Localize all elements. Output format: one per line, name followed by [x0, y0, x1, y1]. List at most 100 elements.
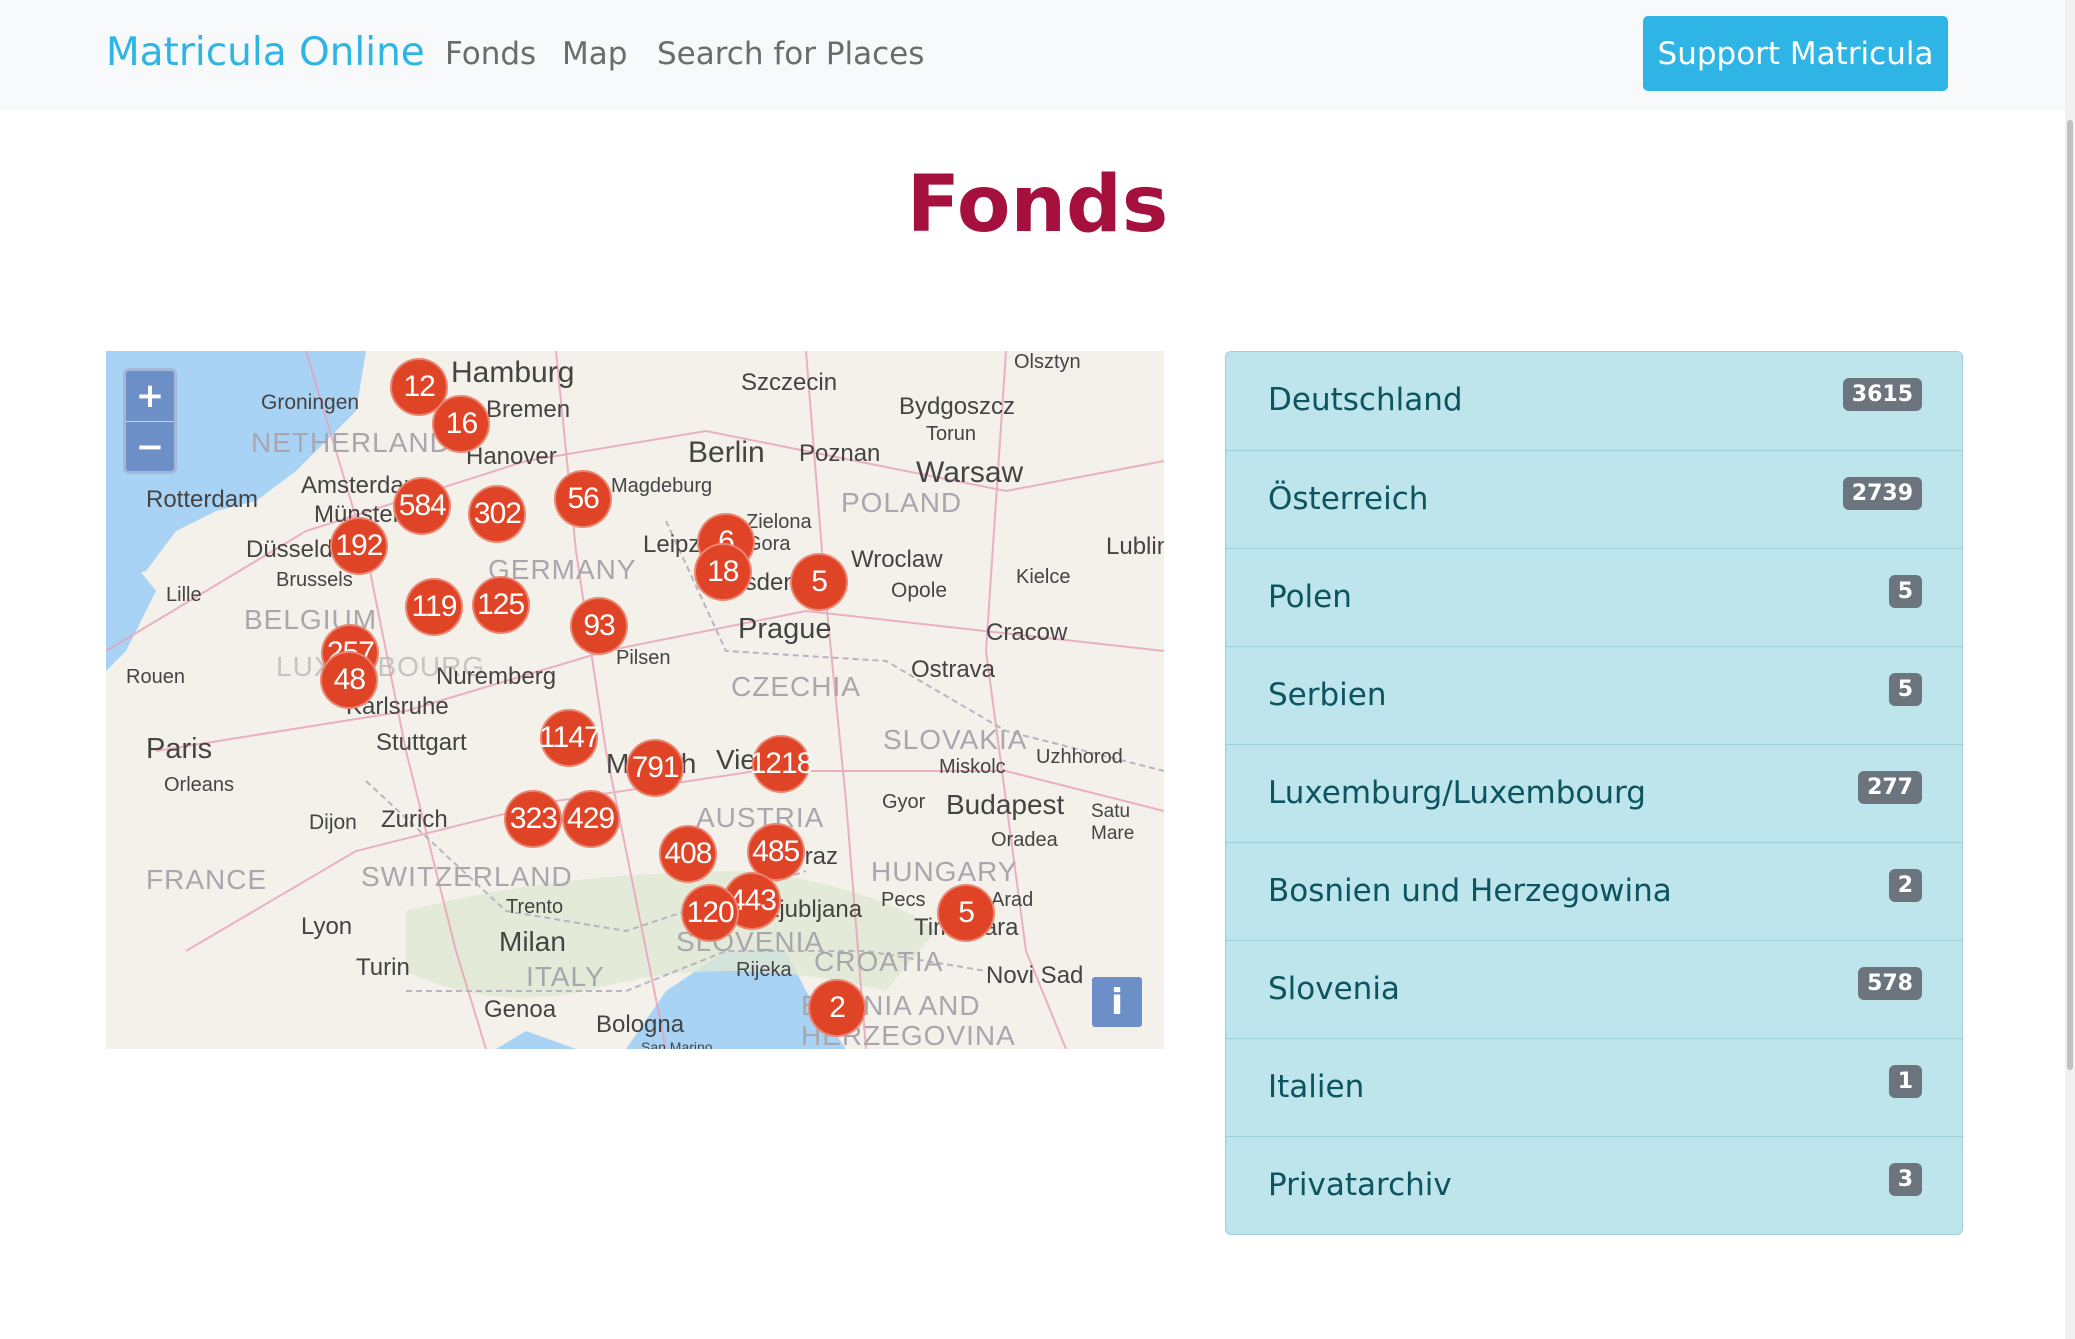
- list-item-label: Bosnien und Herzegowina: [1268, 873, 1672, 909]
- page-scrollbar[interactable]: [2065, 0, 2075, 1339]
- count-badge: 1: [1888, 1065, 1922, 1098]
- list-item[interactable]: Serbien 5: [1226, 646, 1962, 744]
- fonds-map[interactable]: NETHERLANDS GERMANY POLAND BELGIUM LUXEM…: [106, 351, 1164, 1049]
- city-label: Lublin: [1106, 533, 1164, 560]
- list-item[interactable]: Privatarchiv 3: [1226, 1136, 1962, 1234]
- country-label: HUNGARY: [871, 856, 1018, 887]
- city-label: Lille: [166, 584, 202, 606]
- country-label: CZECHIA: [731, 671, 861, 702]
- city-label: Zielona Gora: [746, 511, 812, 555]
- cluster-marker[interactable]: 584: [393, 476, 452, 535]
- city-label: Rouen: [126, 666, 185, 688]
- city-label: Miskolc: [939, 756, 1006, 778]
- city-label: Olsztyn: [1014, 351, 1081, 373]
- count-badge: 5: [1888, 673, 1922, 706]
- cluster-marker[interactable]: 125: [471, 576, 530, 635]
- city-label: Arad: [991, 889, 1034, 911]
- cluster-marker[interactable]: 5: [790, 553, 849, 612]
- city-label: Trento: [506, 896, 564, 918]
- city-label: Paris: [146, 733, 213, 765]
- zoom-in-button[interactable]: +: [126, 371, 174, 421]
- city-label: San Marino: [641, 1039, 713, 1049]
- cluster-marker[interactable]: 119: [404, 578, 463, 637]
- support-matricula-button[interactable]: Support Matricula: [1643, 16, 1948, 91]
- list-item-label: Italien: [1268, 1069, 1365, 1105]
- cluster-marker[interactable]: 56: [554, 469, 613, 528]
- city-label: Satu Mare: [1091, 801, 1135, 844]
- list-item-label: Österreich: [1268, 481, 1429, 517]
- zoom-out-button[interactable]: −: [126, 421, 174, 471]
- city-label: Uzhhorod: [1036, 746, 1123, 768]
- city-label: Bydgoszcz: [899, 393, 1016, 420]
- nav-map[interactable]: Map: [562, 36, 627, 72]
- list-item-label: Slovenia: [1268, 971, 1400, 1007]
- cluster-marker[interactable]: 791: [626, 738, 685, 797]
- list-item[interactable]: Slovenia 578: [1226, 940, 1962, 1038]
- list-item[interactable]: Deutschland 3615: [1226, 352, 1962, 450]
- list-item-label: Luxemburg/Luxembourg: [1268, 775, 1646, 811]
- scrollbar-thumb[interactable]: [2067, 120, 2073, 1070]
- city-label: Dijon: [309, 811, 357, 834]
- country-label: CROATIA: [814, 946, 944, 977]
- cluster-marker[interactable]: 5: [937, 883, 996, 942]
- city-label: Budapest: [946, 789, 1065, 820]
- city-label: Pilsen: [616, 647, 671, 669]
- cluster-marker[interactable]: 93: [570, 597, 629, 655]
- cluster-marker[interactable]: 2: [808, 978, 867, 1037]
- count-badge: 3615: [1842, 378, 1922, 411]
- count-badge: 5: [1888, 575, 1922, 608]
- count-badge: 3: [1888, 1163, 1922, 1196]
- count-badge: 2739: [1842, 477, 1922, 510]
- list-item[interactable]: Bosnien und Herzegowina 2: [1226, 842, 1962, 940]
- cluster-marker[interactable]: 429: [561, 789, 620, 848]
- city-label: Turin: [356, 954, 410, 981]
- list-item[interactable]: Italien 1: [1226, 1038, 1962, 1136]
- list-item-label: Deutschland: [1268, 382, 1463, 418]
- list-item-label: Serbien: [1268, 677, 1387, 713]
- city-label: Rijeka: [736, 959, 792, 981]
- cluster-marker[interactable]: 192: [329, 517, 388, 576]
- count-badge: 578: [1858, 967, 1922, 1000]
- country-label: SLOVAKIA: [883, 724, 1028, 755]
- cluster-marker[interactable]: 323: [504, 789, 563, 848]
- fonds-country-list: Deutschland 3615 Österreich 2739 Polen 5 Se…: [1225, 351, 1963, 1235]
- count-badge: 277: [1858, 771, 1922, 804]
- info-icon[interactable]: i: [1092, 977, 1142, 1027]
- zoom-control: + −: [123, 368, 177, 474]
- city-label: Milan: [499, 926, 566, 957]
- cluster-marker[interactable]: 18: [693, 542, 752, 601]
- brand-link[interactable]: Matricula Online: [106, 30, 425, 75]
- list-item-label: Privatarchiv: [1268, 1167, 1452, 1203]
- cluster-marker[interactable]: 302: [468, 484, 527, 543]
- list-item[interactable]: Polen 5: [1226, 548, 1962, 646]
- city-label: Bologna: [596, 1011, 685, 1038]
- city-label: Nuremberg: [436, 663, 557, 690]
- list-item[interactable]: Österreich 2739: [1226, 450, 1962, 548]
- city-label: Bremen: [486, 396, 571, 423]
- city-label: Gyor: [882, 791, 926, 813]
- city-label: Torun: [926, 423, 977, 445]
- city-label: Lyon: [301, 913, 353, 940]
- nav-search-places[interactable]: Search for Places: [657, 36, 924, 72]
- city-label: Ostrava: [911, 656, 996, 683]
- city-label: Cracow: [986, 619, 1068, 646]
- city-label: Brussels: [276, 569, 353, 591]
- nav-fonds[interactable]: Fonds: [445, 36, 536, 72]
- list-item[interactable]: Luxemburg/Luxembourg 277: [1226, 744, 1962, 842]
- page-title: Fonds: [906, 160, 1169, 250]
- country-label: ITALY: [526, 961, 605, 992]
- city-label: Berlin: [688, 436, 765, 469]
- city-label: Genoa: [484, 996, 557, 1023]
- cluster-marker[interactable]: 120: [681, 883, 740, 942]
- cluster-marker[interactable]: 1218: [750, 734, 813, 793]
- city-label: Zurich: [381, 806, 448, 833]
- cluster-marker[interactable]: 16: [432, 394, 491, 453]
- count-badge: 2: [1888, 869, 1922, 902]
- city-label: Prague: [738, 613, 832, 645]
- city-label: Groningen: [261, 391, 360, 414]
- cluster-marker[interactable]: 408: [658, 824, 717, 883]
- city-label: Novi Sad: [986, 962, 1084, 989]
- country-label: FRANCE: [146, 864, 268, 895]
- country-label: POLAND: [841, 487, 963, 518]
- city-label: Kielce: [1016, 566, 1071, 588]
